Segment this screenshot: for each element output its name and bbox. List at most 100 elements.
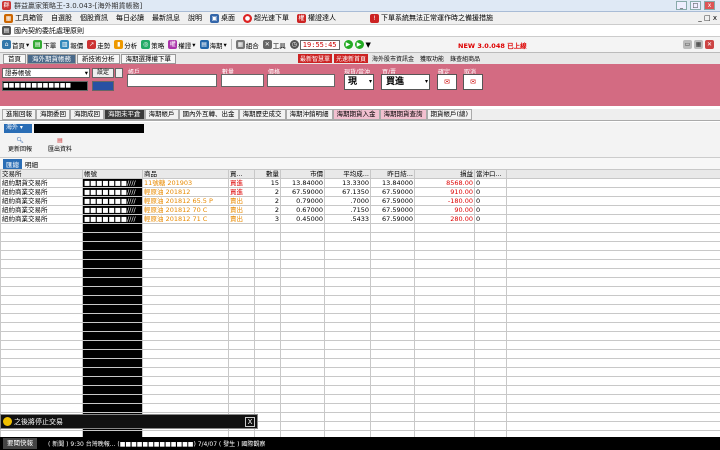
table-row[interactable] [0, 349, 720, 359]
tab-deposit[interactable]: 海期期貨入金 [332, 109, 380, 120]
header-product[interactable]: 商品 [142, 169, 229, 179]
table-row[interactable] [0, 385, 720, 395]
export-button[interactable]: ▤ 匯出資料 [48, 137, 72, 153]
popup-close-button[interactable]: X [245, 417, 255, 427]
menu-item-watchlist[interactable]: 自選股 [51, 13, 72, 23]
window-tile-icon[interactable]: ▭ [683, 40, 692, 49]
table-row[interactable]: 紐約商業交易所 ■■■■■■■////輕原油 201812 買進 2 67.59000 6… [0, 187, 720, 197]
toolbar-order[interactable]: ▤ 下單 [33, 40, 56, 50]
toolbar-quote[interactable]: ▥ 報價 [60, 40, 83, 50]
extra-button[interactable] [115, 68, 123, 78]
table-row[interactable] [0, 313, 720, 323]
news-ticker[interactable]: ( 新聞 ) 9:30 台灣晚報... (■■■■■■■■■■■■■) 7/4/… [48, 439, 265, 448]
refresh-button[interactable]: 🔍︎ 更新回報 [8, 137, 32, 153]
region-select[interactable]: 海外 ▾ [4, 124, 32, 133]
menu-item-stock-info[interactable]: 個股資訊 [80, 13, 108, 23]
table-row[interactable] [0, 340, 720, 350]
tab-detail[interactable]: 明細 [22, 159, 41, 169]
account-type-select[interactable] [92, 81, 114, 91]
account-number-select[interactable]: ■■■■■■■■■■■■ [2, 81, 88, 91]
toolbar-strategy[interactable]: ◎ 策略 [141, 40, 164, 50]
table-row[interactable] [0, 367, 720, 377]
side-select[interactable]: 買進 ▾ [381, 74, 430, 90]
promo-new-home[interactable]: 光速新首頁 [334, 54, 369, 63]
menu-window-controls[interactable]: _ □ x [698, 14, 717, 22]
window-cascade-icon[interactable]: ▦ [694, 40, 703, 49]
tab-advanced-report[interactable]: 進階回報 [2, 109, 36, 120]
tab-options-order[interactable]: 海期選擇權下單 [120, 53, 176, 64]
toolbar-combo[interactable]: ▦ 組合 [235, 40, 259, 50]
settings-button[interactable]: 設定 [92, 68, 114, 78]
tab-overseas-futures-account[interactable]: 海外期貨帳務 [27, 53, 76, 64]
tab-futures-account[interactable]: 海期帳戶 [144, 109, 179, 120]
subaccount-select[interactable] [34, 124, 144, 133]
notice-label[interactable]: 國內契約委託處理原則 [14, 26, 84, 36]
window-close-icon[interactable]: ✕ [705, 40, 714, 49]
table-row[interactable]: 紐約商業交易所 ■■■■■■■////輕原油 201812 65.5 P 賣出 2 0.… [0, 196, 720, 206]
table-row[interactable] [0, 232, 720, 242]
menu-item-help[interactable]: 說明 [188, 13, 202, 23]
tab-total-account[interactable]: 期貨帳戶(總) [426, 109, 473, 120]
close-button[interactable]: x [704, 1, 715, 10]
cancel-button[interactable]: ✉ [463, 74, 483, 90]
header-daytrade[interactable]: 當沖口... [474, 169, 507, 179]
version-notice[interactable]: NEW 3.0.048 已上線 [458, 40, 527, 50]
header-account[interactable]: 帳號 [82, 169, 143, 179]
table-row[interactable] [0, 277, 720, 287]
header-exchange[interactable]: 交易所 [0, 169, 83, 179]
table-row[interactable] [0, 403, 720, 413]
toolbar-tools[interactable]: ✕ 工具 [262, 40, 286, 50]
confirm-button[interactable]: ✉ [437, 74, 457, 90]
tab-summary[interactable]: 匯總 [3, 158, 22, 169]
table-row[interactable] [0, 241, 720, 251]
menu-item-warrant[interactable]: 權權證達人 [297, 13, 336, 23]
tab-technical-analysis[interactable]: 新技術分析 [77, 53, 120, 64]
menu-item-toolbox[interactable]: ▦ 工具箱管 [4, 13, 43, 23]
header-average-cost[interactable]: 平均成... [324, 169, 371, 179]
order-type-select[interactable]: 現 ▾ [344, 74, 374, 90]
promo-products[interactable]: 錄查組商品 [448, 54, 482, 63]
quantity-input[interactable] [221, 74, 264, 87]
tab-transfer[interactable]: 國內外互轉、出金 [178, 109, 239, 120]
table-row[interactable] [0, 286, 720, 296]
header-side[interactable]: 買... [228, 169, 255, 179]
toolbar-home[interactable]: ⌂ 首頁 ▾ [2, 40, 29, 50]
table-row[interactable] [0, 223, 720, 233]
table-row[interactable] [0, 259, 720, 269]
header-prev-settle[interactable]: 昨日結... [370, 169, 415, 179]
table-row[interactable] [0, 331, 720, 341]
forward-icon[interactable]: ▶ [354, 40, 364, 49]
toolbar-warrant[interactable]: 權權證 ▾ [168, 40, 196, 50]
table-row[interactable]: 紐約商業交易所 ■■■■■■■////輕原油 201812 71 C 賣出 3 0.45… [0, 214, 720, 224]
table-row[interactable] [0, 394, 720, 404]
table-row[interactable] [0, 304, 720, 314]
tab-offset-detail[interactable]: 海期沖銷明細 [285, 109, 333, 120]
menu-item-fast-order[interactable]: ● 超光速下單 [243, 13, 289, 23]
header-market-price[interactable]: 市價 [280, 169, 325, 179]
header-quantity[interactable]: 數量 [254, 169, 281, 179]
table-row[interactable] [0, 358, 720, 368]
play-icon[interactable]: ▶ [343, 40, 353, 49]
notification-popup[interactable]: 之後將停止交易 X [0, 414, 258, 429]
table-row[interactable] [0, 322, 720, 332]
promo-smart-order[interactable]: 最新智慧單 [298, 54, 333, 63]
contract-input[interactable] [127, 74, 217, 87]
tab-home[interactable]: 首頁 [3, 53, 26, 64]
price-input[interactable] [267, 74, 335, 87]
tab-fill-report[interactable]: 海期成回 [70, 109, 104, 120]
tab-history[interactable]: 海期歷史成交 [238, 109, 286, 120]
dropdown-icon[interactable]: ▼ [366, 41, 371, 49]
table-row[interactable] [0, 295, 720, 305]
promo-overseas-fund[interactable]: 海外股市資訊金 [370, 54, 416, 63]
table-row[interactable] [0, 250, 720, 260]
toolbar-analysis[interactable]: ▮ 分析 [114, 40, 137, 50]
maximize-button[interactable]: □ [690, 1, 701, 10]
table-row[interactable]: 紐約商業交易所 ■■■■■■■////輕原油 201812 70 C 賣出 2 0.67… [0, 205, 720, 215]
minimize-button[interactable]: _ [676, 1, 687, 10]
account-select[interactable]: 證券帳號 ▾ [2, 68, 90, 78]
promo-features[interactable]: 獲取功能 [418, 54, 446, 63]
tab-order-report[interactable]: 海期委回 [36, 109, 70, 120]
menu-item-daily[interactable]: 每日必讀 [116, 13, 144, 23]
toolbar-trend[interactable]: ↗ 走勢 [87, 40, 110, 50]
table-row[interactable] [0, 268, 720, 278]
